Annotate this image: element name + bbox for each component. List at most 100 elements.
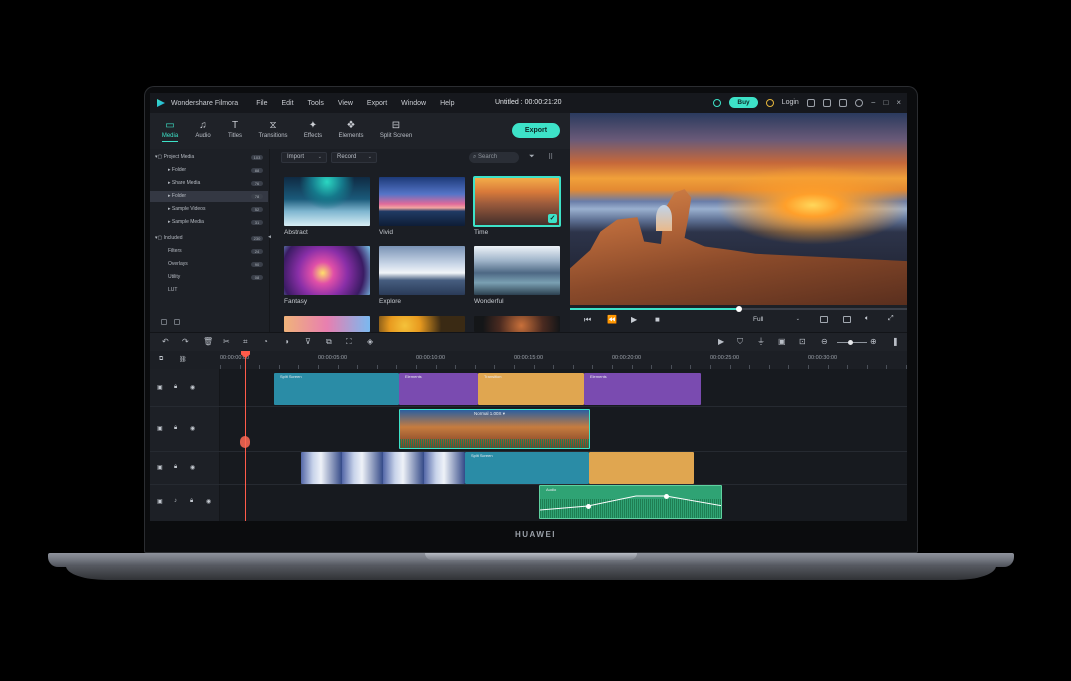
- motion-track-icon[interactable]: ⛶: [346, 337, 352, 347]
- grid-view-icon[interactable]: ⠿: [548, 153, 553, 161]
- zoom-select[interactable]: Full ⌄: [748, 314, 804, 325]
- login-link[interactable]: Login: [782, 99, 799, 106]
- marker-icon[interactable]: ⛉: [737, 337, 743, 347]
- green-screen-icon[interactable]: ⧉: [326, 337, 332, 347]
- timeline-clip[interactable]: [301, 452, 465, 484]
- snapshot-tool-icon[interactable]: ▣: [778, 337, 786, 347]
- media-thumb-explore[interactable]: [379, 246, 465, 295]
- filter-icon[interactable]: ⏷: [529, 153, 535, 161]
- render-icon[interactable]: ▶: [718, 337, 724, 347]
- media-thumb-fantasy[interactable]: [284, 246, 370, 295]
- media-thumb[interactable]: [284, 316, 370, 332]
- close-icon[interactable]: ×: [896, 98, 901, 107]
- tree-item-utility[interactable]: Utility 08: [150, 272, 268, 283]
- tree-item-sample-media[interactable]: ▸ Sample Media 31: [150, 217, 268, 228]
- tab-elements[interactable]: ❖ Elements: [333, 121, 369, 140]
- download-icon[interactable]: [854, 98, 863, 107]
- volume-icon[interactable]: 🔈︎: [865, 315, 869, 323]
- timeline-clip[interactable]: Elements: [399, 373, 478, 405]
- split-marker-icon[interactable]: [240, 436, 250, 448]
- media-thumb[interactable]: [379, 316, 465, 332]
- maximize-icon[interactable]: □: [883, 98, 888, 107]
- crop-icon[interactable]: ⌗: [243, 337, 248, 347]
- tree-item-filters[interactable]: Filters 24: [150, 246, 268, 257]
- timeline-clip-video[interactable]: Normal 1.00X ▾: [399, 409, 590, 449]
- timeline-clip-audio[interactable]: Audio: [539, 485, 722, 519]
- mail-icon[interactable]: [838, 98, 847, 107]
- menu-view[interactable]: View: [338, 100, 353, 107]
- tab-audio[interactable]: ♫ Audio: [185, 121, 221, 140]
- tree-item-included[interactable]: ▾▢ Included 230: [150, 233, 268, 244]
- tab-split-screen[interactable]: ⊟ Split Screen: [372, 121, 420, 140]
- previous-frame-icon[interactable]: ⏮: [584, 315, 591, 325]
- timeline-ruler[interactable]: ⧉ ⛓ 00:00:00:00 00:00:05:00 00:00:10:00 …: [150, 351, 907, 369]
- minimize-icon[interactable]: −: [871, 98, 876, 107]
- zoom-in-icon[interactable]: ⊕: [870, 337, 877, 347]
- buy-button[interactable]: Buy: [729, 97, 758, 108]
- menu-export[interactable]: Export: [367, 100, 387, 107]
- media-thumb[interactable]: [474, 316, 560, 332]
- tree-item-folder-selected[interactable]: ▸ Folder 78: [150, 191, 268, 202]
- monitor-icon[interactable]: [820, 316, 828, 323]
- timeline-clip[interactable]: Split Screen: [274, 373, 399, 405]
- tree-item-folder[interactable]: ▸ Folder 88: [150, 165, 268, 176]
- fullscreen-icon[interactable]: ⤢: [888, 315, 894, 323]
- tree-item-share-media[interactable]: ▸ Share Media 76: [150, 178, 268, 189]
- tab-titles[interactable]: T Titles: [217, 121, 253, 140]
- folder-link-icon[interactable]: [174, 319, 180, 325]
- scrubber-handle[interactable]: [735, 306, 742, 312]
- save-icon[interactable]: [822, 98, 831, 107]
- tree-item-project-media[interactable]: ▾▢ Project Media 103: [150, 152, 268, 163]
- redo-icon[interactable]: ↷: [182, 337, 189, 347]
- stop-icon[interactable]: ■: [655, 315, 660, 324]
- zoom-out-icon[interactable]: ⊖: [821, 337, 828, 347]
- record-dropdown[interactable]: Record ⌄: [331, 152, 377, 163]
- color-icon[interactable]: ◑: [284, 337, 289, 347]
- media-thumb-time[interactable]: ✓: [473, 176, 561, 227]
- audio-mix-icon[interactable]: ⊽: [305, 337, 311, 347]
- sync-icon[interactable]: [713, 98, 722, 107]
- snapshot-icon[interactable]: [843, 316, 851, 323]
- menu-window[interactable]: Window: [401, 100, 426, 107]
- lightbulb-icon[interactable]: [765, 98, 774, 107]
- new-folder-icon[interactable]: [161, 319, 167, 325]
- timeline-clip[interactable]: Elements: [584, 373, 701, 405]
- media-thumb-abstract[interactable]: [284, 177, 370, 226]
- export-button[interactable]: Export: [512, 123, 560, 138]
- eye-icon[interactable]: ◉: [190, 425, 195, 432]
- add-track-icon[interactable]: ⧉: [159, 356, 163, 363]
- lock-icon[interactable]: 🔒︎: [190, 498, 193, 505]
- speed-icon[interactable]: ◔: [263, 337, 268, 347]
- media-thumb-wonderful[interactable]: [474, 246, 560, 295]
- eye-icon[interactable]: ◉: [206, 498, 211, 505]
- tree-item-sample-videos[interactable]: ▸ Sample Videos 52: [150, 204, 268, 215]
- search-input[interactable]: ⌕ Search: [469, 152, 519, 163]
- keyframe-point[interactable]: [664, 494, 669, 499]
- menu-help[interactable]: Help: [440, 100, 454, 107]
- gift-icon[interactable]: [806, 98, 815, 107]
- lock-icon[interactable]: 🔒︎: [174, 425, 177, 432]
- preview-scrubber[interactable]: [570, 306, 907, 312]
- lock-icon[interactable]: 🔒︎: [174, 464, 177, 471]
- eye-icon[interactable]: ◉: [190, 384, 195, 391]
- subtitle-icon[interactable]: ⊡: [799, 337, 806, 347]
- keyframe-point[interactable]: [586, 504, 591, 509]
- tab-effects[interactable]: ✦ Effects: [295, 121, 331, 140]
- voiceover-icon[interactable]: ⏚: [757, 337, 765, 347]
- timeline-zoom-handle[interactable]: [848, 340, 853, 345]
- step-back-icon[interactable]: ⏪: [607, 315, 617, 324]
- timeline-clip[interactable]: [589, 452, 694, 484]
- delete-icon[interactable]: 🗑︎: [203, 337, 213, 347]
- timeline-clip[interactable]: Split Screen: [465, 452, 589, 484]
- media-thumb-vivid[interactable]: [379, 177, 465, 226]
- cut-icon[interactable]: ✂: [223, 337, 230, 347]
- eye-icon[interactable]: ◉: [190, 464, 195, 471]
- undo-icon[interactable]: ↶: [162, 337, 169, 347]
- tab-media[interactable]: ▭ Media: [152, 121, 188, 142]
- play-icon[interactable]: ▶: [631, 315, 637, 324]
- link-icon[interactable]: ⛓: [179, 356, 187, 363]
- tree-item-lut[interactable]: LUT: [150, 285, 268, 296]
- tree-item-overlays[interactable]: Overlays 90: [150, 259, 268, 270]
- import-dropdown[interactable]: Import ⌄: [281, 152, 327, 163]
- menu-file[interactable]: File: [256, 100, 267, 107]
